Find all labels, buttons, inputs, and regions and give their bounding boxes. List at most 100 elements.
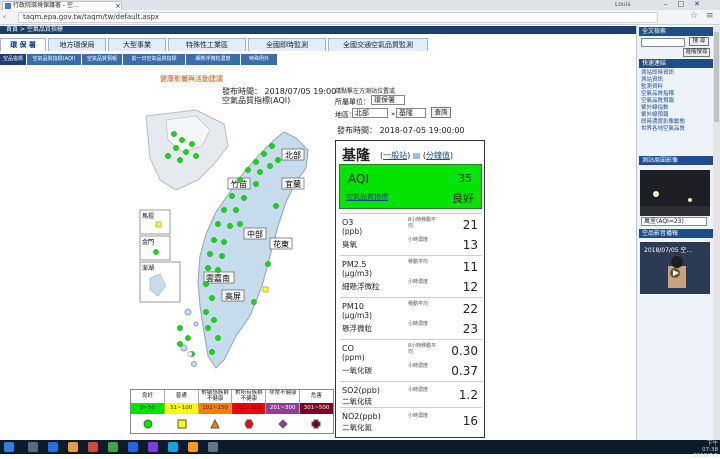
app-icon[interactable] (108, 442, 118, 452)
legend-range-unhealthy: 151~200 (232, 403, 267, 414)
tab-traffic-aq[interactable]: 全國交通空氣品質監測 (328, 38, 428, 51)
region-north[interactable]: 北部 (285, 150, 301, 160)
tab-epa[interactable]: 環 保 署 (0, 38, 46, 51)
url-field[interactable]: taqm.epa.gov.tw/taqm/tw/default.aspx (18, 12, 658, 23)
legend-hexagon-icon (244, 419, 254, 428)
pollutant-zh-name: 一氧化碳 (342, 366, 372, 375)
advanced-search-button[interactable]: 進階搜尋 (683, 48, 710, 57)
region-huadong[interactable]: 花東 (273, 239, 289, 249)
tab-local-epb[interactable]: 地方環保局 (48, 38, 106, 51)
pollutant-value: 0.30 (451, 344, 478, 358)
pollutant-unit: (ppb) (342, 227, 363, 236)
windows-start-icon[interactable] (4, 442, 14, 452)
query-button[interactable]: 查詢 (431, 107, 451, 118)
app-icon[interactable] (148, 442, 158, 452)
minute-value-link[interactable]: 分鐘值 (426, 151, 450, 160)
browser-user[interactable]: Louis (615, 1, 631, 8)
pollutant-o3: O3 (ppb) 臭氧 8小時移動平均 21 小時濃度 13 (340, 213, 482, 255)
tray-clock[interactable]: 下午 07:38 2018/7/5 (692, 441, 718, 459)
subtab-pm25[interactable]: 細懸浮微粒濃度 (186, 54, 240, 65)
region-select[interactable]: 北部 (352, 108, 388, 118)
camera-title: 測站周圍影像 (639, 156, 713, 165)
tab-close-icon[interactable]: × (115, 2, 121, 10)
app-icon[interactable] (208, 442, 218, 452)
aqi-info-link[interactable]: 空氣品質指標 (346, 192, 388, 202)
region-gaoping[interactable]: 高屏 (225, 291, 241, 301)
tab-large-business[interactable]: 大型事業 (108, 38, 166, 51)
legend-label-unhealthy: 對所有族群不健康 (232, 390, 267, 403)
quick-link[interactable]: 空氣品質預報 (641, 98, 674, 104)
aqi-box: AQI 35 空氣品質指標 良好 (339, 164, 482, 209)
pollutant-unit: (μg/m3) (342, 311, 372, 320)
station-camera-image[interactable] (640, 170, 710, 216)
app-icon[interactable] (88, 442, 98, 452)
pollutant-value: 21 (462, 218, 478, 232)
quick-link[interactable]: 紫外線預報 (641, 112, 669, 118)
region-central[interactable]: 中部 (247, 229, 263, 239)
quick-link[interactable]: 空氣品質指標 (641, 91, 674, 97)
top-tab-bar: 環 保 署 地方環保局 大型事業 特殊性工業區 全國即時監測 全國交通空氣品質監… (0, 38, 636, 51)
subtab-yesterday[interactable]: 前一日空氣品質指標 (123, 54, 185, 65)
tab-national-realtime[interactable]: 全國即時監測 (248, 38, 326, 51)
station-moderate-marker[interactable] (262, 286, 269, 293)
window-controls[interactable]: –□✕ (664, 0, 710, 8)
station-links: (一般站) ▤ (分鐘值) (380, 151, 454, 160)
inset-penghu[interactable]: 澎湖 (142, 264, 154, 272)
folder-icon[interactable] (68, 442, 78, 452)
region-yunjianan[interactable]: 雲嘉南 (206, 273, 230, 283)
arrow-icon: » (391, 110, 396, 118)
nav-back-icon[interactable]: ‹ (3, 12, 8, 21)
quick-link[interactable]: 監測資料 (641, 84, 663, 90)
avg-type: 小時濃度 (408, 279, 429, 285)
browser-menu-icon[interactable]: ≡ (706, 11, 714, 21)
taiwan-aqi-map[interactable]: 北部 竹苗 宜蘭 中部 花東 雲嘉南 高屏 馬祖 金門 澎湖 (136, 106, 332, 388)
subtab-aq-index[interactable]: 空品指標 (0, 54, 26, 65)
pollutant-zh-name: 二氧化硫 (342, 397, 372, 406)
inset-matsu[interactable]: 馬祖 (142, 212, 154, 220)
tab-industrial-zone[interactable]: 特殊性工業區 (168, 38, 246, 51)
quick-link[interactable]: 即時濃度影像動態 (641, 119, 685, 125)
legend-triangle-icon (210, 418, 220, 428)
search-button[interactable]: 搜 尋 (689, 37, 709, 46)
pollutant-pm25: PM2.5 (μg/m3) 細懸浮微粒 移動平均 11 小時濃度 12 (340, 255, 482, 297)
search-input[interactable] (641, 38, 685, 47)
chart-icon[interactable]: ▤ (413, 151, 421, 160)
page-scrollbar[interactable] (713, 26, 720, 440)
bookmark-star-icon[interactable]: ☆ (690, 11, 698, 21)
browser-taskbar-icon[interactable] (48, 442, 58, 452)
legend-label-good: 良好 (131, 390, 165, 403)
health-advice-link[interactable]: 健康影響與活動建議 (160, 74, 223, 84)
legend-range-hazardous: 301~500 (300, 403, 333, 414)
camera-station-select[interactable]: 萬里(AQI=23) (641, 217, 707, 226)
inset-kinmen[interactable]: 金門 (142, 238, 154, 246)
aqi-legend: 良好 普通 對敏感族群不健康 對所有族群不健康 非常不健康 危害 0~50 51… (130, 389, 334, 434)
pollutant-unit: (ppm) (342, 353, 365, 362)
pollutant-name: PM10 (342, 302, 364, 311)
station-select[interactable]: 基隆 (396, 108, 426, 118)
subtab-aqi[interactable]: 空氣品質指標(AQI) (27, 54, 81, 65)
quick-link[interactable]: 測站資訊 (641, 77, 663, 83)
region-yilan[interactable]: 宜蘭 (285, 179, 301, 189)
app-icon[interactable] (128, 442, 138, 452)
subtab-special[interactable]: 特殊例外 (241, 54, 277, 65)
legend-label-hazardous: 危害 (311, 393, 323, 399)
address-bar-row: ‹ taqm.epa.gov.tw/taqm/tw/default.aspx ☆… (0, 10, 720, 25)
pollutant-co: CO (ppm) 一氧化碳 8小時移動平均 0.30 小時濃度 0.37 (340, 339, 482, 381)
app-icon[interactable] (188, 442, 198, 452)
quick-link[interactable]: 測站即時資訊 (641, 70, 674, 76)
quick-link[interactable]: 紫外線指數 (641, 105, 669, 111)
avg-type: 小時濃度 (408, 387, 429, 393)
task-view-icon[interactable] (28, 442, 38, 452)
video-player[interactable]: 2018/07/05 空... (640, 242, 710, 294)
browser-tab[interactable]: 行政院環境保護署 - 空... × (2, 1, 122, 10)
app-icon[interactable] (168, 442, 178, 452)
pollutant-name: CO (342, 344, 354, 353)
pollutant-value: 23 (462, 322, 478, 336)
quick-link[interactable]: 世界各地空氣品質 (641, 126, 685, 132)
pollutant-name: O3 (342, 218, 354, 227)
subtab-forecast[interactable]: 空氣品質預報 (82, 54, 122, 65)
general-station-link[interactable]: 一般站 (383, 151, 407, 160)
unit-select[interactable]: 環保署 (371, 95, 405, 105)
avg-type: 移動平均 (408, 259, 429, 265)
avg-type: 小時濃度 (408, 321, 429, 327)
